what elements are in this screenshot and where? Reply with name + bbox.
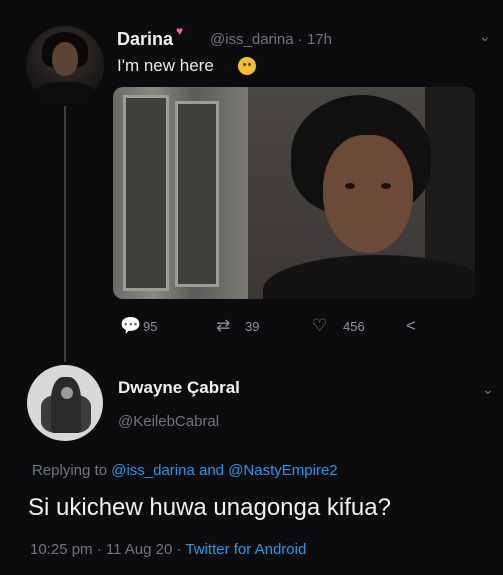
reply-author-handle[interactable]: @KeilebCabral — [118, 413, 219, 430]
reply-meta: 10:25 pm · 11 Aug 20 · Twitter for Andro… — [30, 541, 306, 558]
tweet-text: I'm new here — [117, 56, 214, 75]
author-name[interactable]: Darina — [117, 29, 173, 50]
mention-link[interactable]: @NastyEmpire2 — [228, 462, 337, 479]
tweet-time[interactable]: 17h — [307, 31, 332, 48]
reply-source-link[interactable]: Twitter for Android — [185, 541, 306, 558]
mention-and[interactable]: and — [199, 462, 224, 479]
thread-line — [64, 106, 66, 362]
replying-to-label: Replying to — [32, 462, 108, 479]
heart-emoji-icon: ♥ — [176, 24, 184, 38]
replying-to-line: Replying to @iss_darina and @NastyEmpire… — [32, 462, 338, 479]
share-icon[interactable]: < — [406, 316, 416, 336]
reply-author-avatar[interactable] — [27, 365, 103, 441]
tweet-media-image[interactable] — [113, 87, 475, 299]
worried-face-emoji-icon — [238, 57, 256, 75]
mention-link[interactable]: @iss_darina — [111, 462, 195, 479]
reply-icon[interactable]: 💬 — [120, 316, 141, 336]
like-count: 456 — [343, 319, 365, 334]
retweet-count: 39 — [245, 319, 260, 334]
author-avatar[interactable] — [26, 26, 104, 104]
reply-author-name[interactable]: Dwayne Çabral — [118, 378, 240, 398]
retweet-icon[interactable]: ⇄ — [216, 316, 230, 336]
tweet-menu-chevron-icon[interactable]: ⌄ — [479, 28, 491, 45]
like-icon[interactable]: ♡ — [312, 316, 327, 336]
reply-timestamp[interactable]: 10:25 pm · 11 Aug 20 · — [30, 541, 182, 558]
author-handle[interactable]: @iss_darina — [210, 31, 294, 48]
reply-count: 95 — [143, 319, 158, 334]
reply-menu-chevron-icon[interactable]: ⌄ — [482, 381, 494, 398]
reply-text: Si ukichew huwa unagonga kifua? — [28, 494, 391, 521]
author-handle-time[interactable]: @iss_darina · 17h — [210, 31, 332, 48]
